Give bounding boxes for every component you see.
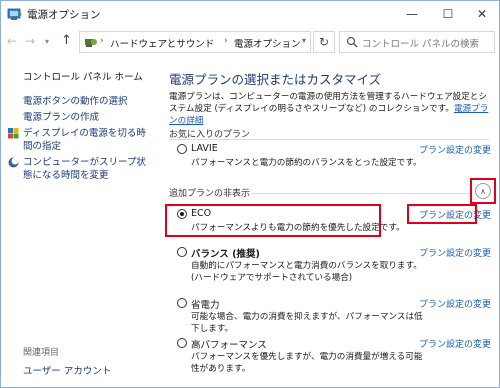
plan-name[interactable]: LAVIE [191, 143, 218, 154]
plan-name[interactable]: バランス (推奨) [191, 246, 260, 260]
change-plan-settings-link[interactable]: プラン設定の変更 [419, 297, 491, 310]
plan-radio-high-performance[interactable] [177, 338, 187, 348]
sidebar-item-sleep-time[interactable]: コンピューターがスリープ状態になる時間を変更 [23, 156, 153, 182]
plan-description: パフォーマンスと電力の節約のバランスをとった設定です。 [191, 158, 422, 168]
change-link-highlight-box [407, 204, 477, 224]
plan-description: 自動的にパフォーマンスと電力消費のバランスを取ります。(ハードウェアでサポートさ… [191, 261, 422, 283]
back-button[interactable]: ← [7, 34, 17, 48]
window-title: 電源オプション [27, 9, 101, 21]
page-title: 電源プランの選択またはカスタマイズ [169, 72, 382, 87]
breadcrumb-power-options[interactable]: 電源オプション [234, 36, 301, 50]
user-accounts-link[interactable]: ユーザー アカウント [23, 363, 111, 377]
change-plan-settings-link[interactable]: プラン設定の変更 [419, 143, 491, 156]
control-panel-home-link[interactable]: コントロール パネル ホーム [23, 69, 143, 83]
refresh-button[interactable]: ↻ [313, 31, 335, 53]
plan-name[interactable]: 高パフォーマンス [191, 337, 267, 351]
breadcrumb-separator-icon: › [224, 36, 228, 46]
plan-radio-lavie[interactable] [177, 144, 187, 154]
power-options-window: 電源オプション — ☐ ✕ ← → ▾ ↑ › ハードウェアとサウンド › 電源… [0, 0, 500, 388]
address-row: ← → ▾ ↑ › ハードウェアとサウンド › 電源オプション ▾ ↻ コントロ… [1, 28, 499, 56]
forward-button[interactable]: → [25, 34, 35, 48]
shield-icon [8, 128, 19, 139]
search-icon [346, 36, 358, 48]
hidden-plans-section-label: 追加プランの非表示 [169, 189, 251, 199]
sidebar-item-power-button[interactable]: 電源ボタンの動作の選択 [23, 95, 128, 108]
title-bar: 電源オプション — ☐ ✕ [1, 1, 499, 27]
close-icon: ✕ [476, 7, 488, 21]
refresh-icon: ↻ [318, 35, 330, 49]
hardware-sound-icon [85, 39, 97, 47]
minimize-icon: — [406, 7, 418, 21]
address-bar[interactable]: › ハードウェアとサウンド › 電源オプション ▾ [79, 31, 311, 53]
search-placeholder: コントロール パネルの検索 [362, 39, 480, 50]
up-button[interactable]: ↑ [61, 33, 72, 48]
section-divider [169, 139, 489, 140]
plan-power-saver: 省電力 可能な場合、電力の消費を抑えますが、パフォーマンスは低下します。 プラン… [169, 297, 495, 334]
plan-balanced: バランス (推奨) 自動的にパフォーマンスと電力消費のバランスを取ります。(ハー… [169, 246, 495, 288]
plan-lavie: LAVIE パフォーマンスと電力の節約のバランスをとった設定です。 プラン設定の… [169, 143, 495, 173]
recent-locations-dropdown[interactable]: ▾ [45, 37, 49, 46]
maximize-button[interactable]: ☐ [431, 1, 465, 27]
power-options-icon [7, 8, 22, 20]
main-content: 電源プランの選択またはカスタマイズ 電源プランは、コンピューターの電源の使用方法… [161, 57, 499, 387]
breadcrumb-separator-icon: › [100, 36, 104, 46]
search-input[interactable]: コントロール パネルの検索 [339, 31, 495, 53]
page-description: 電源プランは、コンピューターの電源の使用方法を管理するハードウェア設定とシステム… [169, 91, 495, 127]
plan-description: 可能な場合、電力の消費を抑えますが、パフォーマンスは低下します。 [191, 312, 423, 334]
sidebar: コントロール パネル ホーム 電源ボタンの動作の選択 電源プランの作成 ディスプ… [1, 57, 157, 387]
plan-radio-balanced[interactable] [177, 247, 187, 257]
related-label: 関連項目 [23, 348, 60, 358]
breadcrumb-hardware-sound[interactable]: ハードウェアとサウンド [110, 36, 214, 50]
section-divider [251, 193, 471, 194]
plan-description: パフォーマンスを優先しますが、電力の消費量が増える可能性があります。 [191, 352, 423, 374]
address-dropdown-icon[interactable]: ▾ [302, 36, 306, 45]
plan-name[interactable]: 省電力 [191, 297, 220, 311]
close-button[interactable]: ✕ [465, 1, 499, 27]
change-plan-settings-link[interactable]: プラン設定の変更 [419, 246, 491, 259]
minimize-button[interactable]: — [395, 1, 429, 27]
sleep-moon-icon [8, 157, 19, 168]
eco-highlight-box [165, 204, 381, 237]
sidebar-item-display-off[interactable]: ディスプレイの電源を切る時間の指定 [23, 127, 153, 153]
collapse-highlight-box [470, 178, 496, 204]
sidebar-item-create-plan[interactable]: 電源プランの作成 [23, 111, 99, 124]
plan-radio-power-saver[interactable] [177, 298, 187, 308]
description-text: 電源プランは、コンピューターの電源の使用方法を管理するハードウェア設定とシステム… [169, 92, 487, 114]
maximize-icon: ☐ [442, 7, 454, 21]
plan-high-performance: 高パフォーマンス パフォーマンスを優先しますが、電力の消費量が増える可能性があり… [169, 337, 495, 374]
change-plan-settings-link[interactable]: プラン設定の変更 [419, 337, 491, 350]
